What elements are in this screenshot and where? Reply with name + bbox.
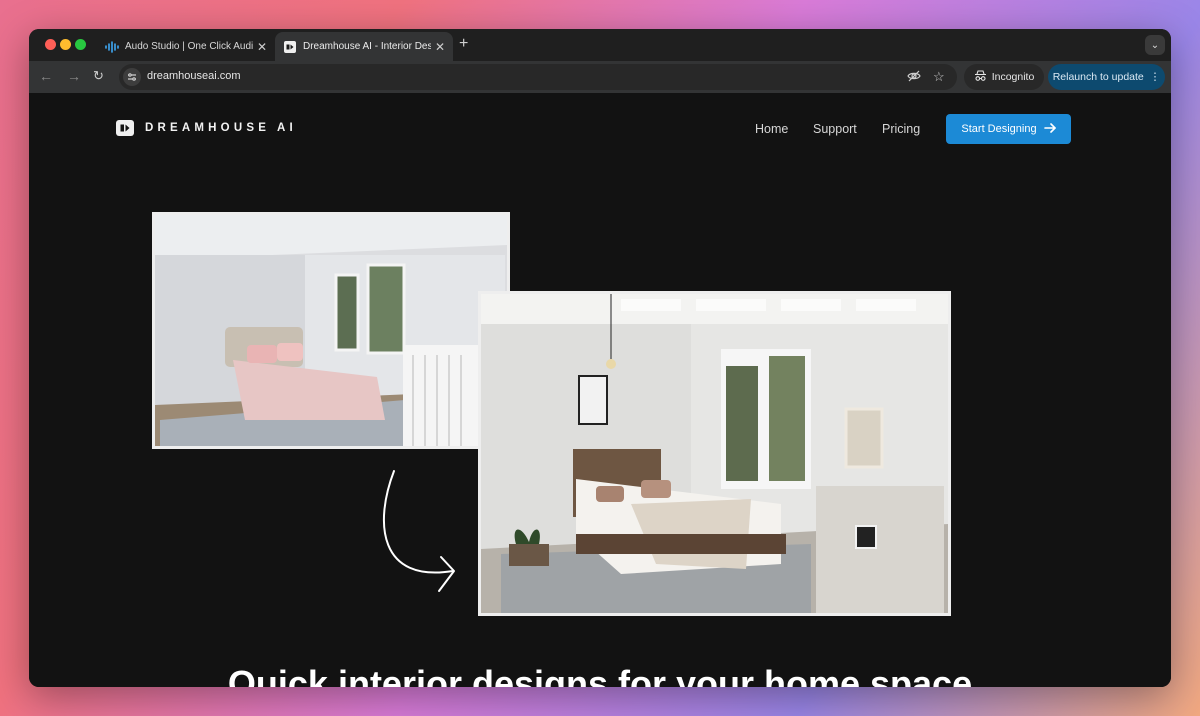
- eye-off-icon[interactable]: [907, 69, 921, 86]
- incognito-icon: [974, 69, 987, 85]
- audio-waveform-icon: [105, 40, 119, 54]
- forward-arrow-icon[interactable]: →: [67, 68, 81, 84]
- curved-arrow-icon: [383, 470, 455, 592]
- back-arrow-icon[interactable]: ←: [39, 68, 53, 84]
- tab-search-button[interactable]: ⌄: [1145, 35, 1165, 55]
- after-room-image: [478, 291, 951, 616]
- more-vert-icon[interactable]: ⋮: [1150, 71, 1161, 83]
- dreamhouse-logo-icon: [283, 40, 297, 54]
- close-tab-icon[interactable]: ✕: [257, 40, 267, 54]
- dreamhouse-logo-icon[interactable]: [116, 120, 134, 136]
- hero-headline: Quick interior designs for your home spa…: [227, 663, 973, 687]
- nav-home-link[interactable]: Home: [755, 122, 788, 136]
- start-designing-button[interactable]: Start Designing: [946, 114, 1071, 144]
- site-info-icon[interactable]: [123, 68, 141, 86]
- page-content: DREAMHOUSE AI Home Support Pricing Start…: [29, 93, 1171, 687]
- url-text: dreamhouseai.com: [147, 70, 241, 82]
- browser-window: Audo Studio | One Click Audio ✕ Dreamhou…: [29, 29, 1171, 687]
- nav-pricing-link[interactable]: Pricing: [882, 122, 920, 136]
- incognito-indicator[interactable]: Incognito: [964, 64, 1044, 90]
- before-room-image: [152, 212, 510, 449]
- new-tab-button[interactable]: +: [459, 35, 468, 53]
- tab-title: Dreamhouse AI - Interior Design: [303, 41, 431, 52]
- close-tab-icon[interactable]: ✕: [435, 40, 445, 54]
- relaunch-label: Relaunch to update: [1052, 71, 1144, 83]
- relaunch-button[interactable]: Relaunch to update ⋮: [1048, 64, 1165, 90]
- brand-name[interactable]: DREAMHOUSE AI: [145, 122, 297, 134]
- nav-support-link[interactable]: Support: [813, 122, 857, 136]
- close-window-button[interactable]: [45, 39, 56, 50]
- arrow-right-icon: [1043, 122, 1056, 136]
- tab-title: Audo Studio | One Click Audio: [125, 41, 253, 52]
- incognito-label: Incognito: [991, 71, 1035, 83]
- cta-label: Start Designing: [961, 123, 1037, 135]
- reload-icon[interactable]: ↻: [93, 68, 104, 84]
- browser-toolbar: ← → ↻ dreamhouseai.com ☆ Incognito Relau…: [29, 61, 1171, 93]
- minimize-window-button[interactable]: [60, 39, 71, 50]
- tab-audo-studio[interactable]: Audo Studio | One Click Audio ✕: [97, 32, 275, 61]
- address-bar[interactable]: dreamhouseai.com ☆: [119, 64, 957, 90]
- tab-dreamhouse[interactable]: Dreamhouse AI - Interior Design ✕: [275, 32, 453, 61]
- tab-bar: Audo Studio | One Click Audio ✕ Dreamhou…: [29, 29, 1171, 61]
- maximize-window-button[interactable]: [75, 39, 86, 50]
- bookmark-star-icon[interactable]: ☆: [933, 69, 945, 85]
